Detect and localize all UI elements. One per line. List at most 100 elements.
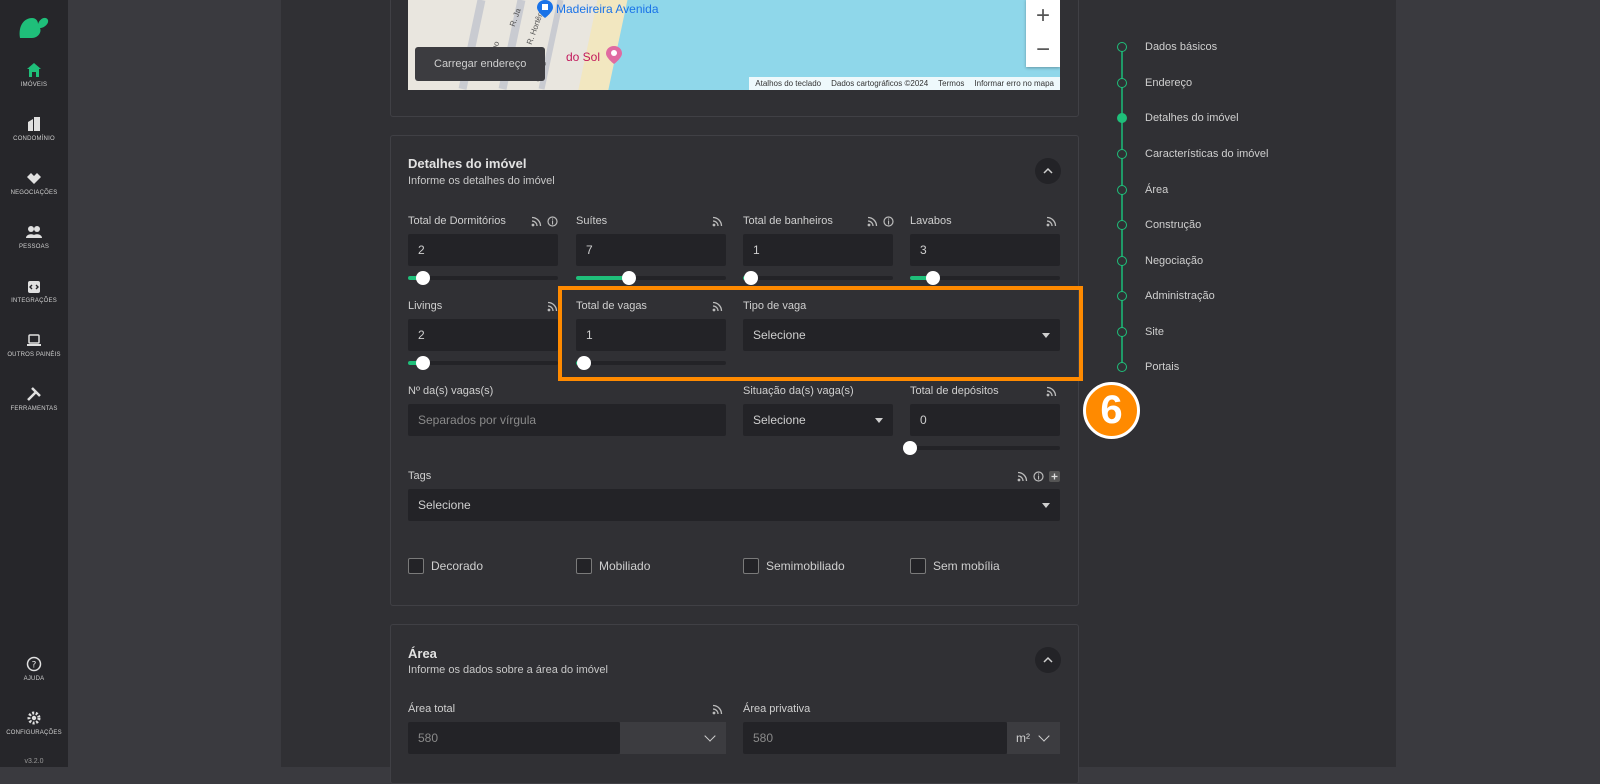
rss-icon[interactable] <box>1046 386 1057 397</box>
info-icon[interactable] <box>1033 471 1044 482</box>
checkbox-box[interactable] <box>743 558 759 574</box>
map[interactable]: R. Lino R. Ja R. Hortênci Otavo Madeirei… <box>408 0 1060 90</box>
suites-slider[interactable] <box>576 271 726 285</box>
step-label: Negociação <box>1145 255 1204 267</box>
nav-pessoas[interactable]: Pessoas <box>0 224 68 270</box>
step-dot <box>1117 327 1127 337</box>
map-pin-icon[interactable] <box>606 46 622 64</box>
step-endereco[interactable]: Endereço <box>1117 76 1192 90</box>
depositos-slider[interactable] <box>903 441 1060 455</box>
map-place-label[interactable]: Madeireira Avenida <box>556 2 659 16</box>
livings-slider[interactable] <box>408 356 558 370</box>
rss-icon[interactable] <box>712 216 723 227</box>
lavabos-input[interactable]: 3 <box>910 234 1060 266</box>
nav-imoveis[interactable]: Imóveis <box>0 62 68 108</box>
plus-icon[interactable] <box>1049 471 1060 482</box>
livings-input[interactable]: 2 <box>408 319 558 351</box>
nav-negociacoes[interactable]: Negociações <box>0 170 68 216</box>
integration-icon <box>28 281 40 293</box>
rss-icon[interactable] <box>531 216 542 227</box>
step-administracao[interactable]: Administração <box>1117 289 1215 303</box>
suites-icons <box>712 216 723 227</box>
lavabos-slider[interactable] <box>910 271 1060 285</box>
collapse-area-button[interactable] <box>1035 647 1061 673</box>
dormitorios-input[interactable]: 2 <box>408 234 558 266</box>
step-caracteristicas[interactable]: Características do imóvel <box>1117 147 1269 161</box>
vagas-slider[interactable] <box>576 356 726 370</box>
map-pin-icon[interactable] <box>537 0 553 18</box>
checkbox-box[interactable] <box>408 558 424 574</box>
area-total-input[interactable]: 580 <box>408 722 620 754</box>
nav-outros-paineis[interactable]: Outros painéis <box>0 332 68 378</box>
checkbox-box[interactable] <box>910 558 926 574</box>
livings-label: Livings <box>408 300 443 312</box>
step-area[interactable]: Área <box>1117 183 1168 197</box>
area-privativa-unit-select[interactable]: m² <box>1007 722 1060 754</box>
suites-input[interactable]: 7 <box>576 234 726 266</box>
checkbox-label: Sem mobília <box>933 559 1000 573</box>
zoom-out-button[interactable]: − <box>1026 33 1060 67</box>
chevron-up-icon <box>1043 657 1053 663</box>
nav-ajuda[interactable]: ? Ajuda <box>0 656 68 702</box>
rss-icon[interactable] <box>712 704 723 715</box>
checkbox-box[interactable] <box>576 558 592 574</box>
step-dados-basicos[interactable]: Dados básicos <box>1117 40 1217 54</box>
logo-icon[interactable] <box>16 12 50 40</box>
step-label: Construção <box>1145 219 1202 231</box>
rss-icon[interactable] <box>547 301 558 312</box>
rss-icon[interactable] <box>712 301 723 312</box>
step-negociacao[interactable]: Negociação <box>1117 254 1203 268</box>
info-icon[interactable] <box>547 216 558 227</box>
banheiros-input[interactable]: 1 <box>743 234 893 266</box>
nav-condominio[interactable]: Condomínio <box>0 116 68 162</box>
step-dot <box>1117 362 1127 372</box>
decorado-checkbox[interactable]: Decorado <box>408 558 483 574</box>
sem-mobilia-checkbox[interactable]: Sem mobília <box>910 558 1000 574</box>
dormitorios-slider[interactable] <box>408 271 558 285</box>
rss-icon[interactable] <box>867 216 878 227</box>
step-dot <box>1117 78 1127 88</box>
info-icon[interactable] <box>883 216 894 227</box>
semimobiliado-checkbox[interactable]: Semimobiliado <box>743 558 845 574</box>
depositos-input[interactable]: 0 <box>910 404 1060 436</box>
load-address-button[interactable]: Carregar endereço <box>415 47 546 81</box>
building-icon <box>28 117 40 131</box>
nav-integracoes[interactable]: Integrações <box>0 278 68 324</box>
tags-label: Tags <box>408 470 432 482</box>
step-label: Site <box>1145 326 1164 338</box>
collapse-details-button[interactable] <box>1035 158 1061 184</box>
home-icon <box>27 63 41 77</box>
area-total-unit-select[interactable] <box>620 722 726 754</box>
chevron-up-icon <box>1043 168 1053 174</box>
step-portais[interactable]: Portais <box>1117 360 1179 374</box>
step-label: Administração <box>1145 290 1215 302</box>
area-privativa-input[interactable]: 580 <box>743 722 1007 754</box>
banheiros-slider[interactable] <box>743 271 893 285</box>
tipo-vaga-select[interactable]: Selecione <box>743 319 1060 351</box>
step-label: Características do imóvel <box>1145 148 1269 160</box>
tags-select[interactable]: Selecione <box>408 489 1060 521</box>
mobiliado-checkbox[interactable]: Mobiliado <box>576 558 650 574</box>
step-site[interactable]: Site <box>1117 325 1164 339</box>
nav-label: Ferramentas <box>10 406 58 412</box>
map-place-label[interactable]: do Sol <box>566 50 600 64</box>
nav-configuracoes[interactable]: Configurações <box>0 710 68 756</box>
nav-ferramentas[interactable]: Ferramentas <box>0 386 68 432</box>
nav-label: Imóveis <box>20 82 48 88</box>
zoom-in-button[interactable]: + <box>1026 0 1060 33</box>
chevron-down-icon <box>1038 730 1050 742</box>
report-error-link[interactable]: Informar erro no mapa <box>974 77 1054 90</box>
step-label: Dados básicos <box>1145 41 1218 53</box>
step-construcao[interactable]: Construção <box>1117 218 1201 232</box>
rss-icon[interactable] <box>1017 471 1028 482</box>
area-privativa-unit: m² <box>1016 731 1030 745</box>
keyboard-shortcuts-link[interactable]: Atalhos do teclado <box>755 77 821 90</box>
step-detalhes[interactable]: Detalhes do imóvel <box>1117 111 1239 125</box>
vagas-input[interactable]: 1 <box>576 319 726 351</box>
num-vagas-input[interactable]: Separados por vírgula <box>408 404 726 436</box>
terms-link[interactable]: Termos <box>938 77 964 90</box>
situacao-vagas-select[interactable]: Selecione <box>743 404 893 436</box>
situacao-vagas-value: Selecione <box>753 413 806 427</box>
rss-icon[interactable] <box>1046 216 1057 227</box>
map-attribution: Atalhos do teclado Dados cartográficos ©… <box>749 77 1060 90</box>
